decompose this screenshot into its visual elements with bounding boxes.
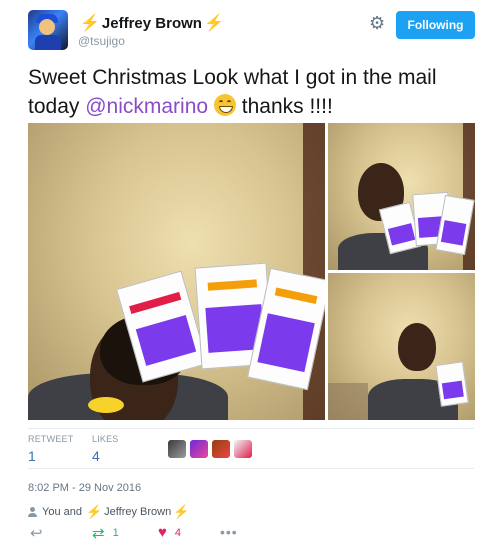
divider (28, 428, 474, 429)
tweet-text-part2: thanks !!!! (241, 95, 333, 118)
retweet-button[interactable]: ⇄ 1 (92, 524, 119, 542)
liked-by: You and ⚡ Jeffrey Brown ⚡ (28, 504, 191, 520)
retweet-stat-value: 1 (28, 448, 36, 464)
liker-avatar[interactable] (168, 440, 186, 458)
liked-by-you: You and (42, 506, 82, 518)
lightning-bolt-icon: ⚡ (80, 15, 100, 32)
retweet-stat-label: RETWEET (28, 434, 74, 444)
mention-link[interactable]: @nickmarino (85, 95, 208, 118)
divider (28, 468, 474, 469)
following-button[interactable]: Following (396, 11, 475, 39)
tweet-photo-2[interactable] (328, 123, 475, 270)
reply-button[interactable]: ↩ (30, 524, 43, 542)
likes-stat-value: 4 (92, 448, 100, 464)
avatar[interactable] (28, 10, 68, 50)
heart-icon: ♥ (158, 524, 167, 541)
tweet-text: Sweet Christmas Look what I got in the m… (28, 63, 478, 121)
liker-avatar[interactable] (212, 440, 230, 458)
gear-icon[interactable]: ⚙ (369, 14, 385, 32)
liker-avatar[interactable] (234, 440, 252, 458)
lightning-bolt-icon: ⚡ (173, 504, 190, 519)
user-handle[interactable]: @tsujigo (78, 34, 125, 48)
retweet-count: 1 (112, 527, 119, 539)
liker-avatar[interactable] (190, 440, 208, 458)
person-icon (28, 507, 37, 517)
tweet-photo-main[interactable] (28, 123, 325, 420)
like-button[interactable]: ♥ 4 (158, 524, 181, 541)
grinning-face-icon (213, 94, 236, 116)
display-name[interactable]: ⚡ Jeffrey Brown ⚡ (78, 13, 226, 33)
liked-by-name[interactable]: Jeffrey Brown (104, 506, 171, 518)
likes-stat-label: LIKES (92, 434, 119, 444)
display-name-text: Jeffrey Brown (101, 14, 202, 32)
tweet-photo-3[interactable] (328, 273, 475, 420)
retweet-icon: ⇄ (92, 525, 105, 542)
more-dots-icon: ••• (220, 524, 238, 540)
likes-stat[interactable]: LIKES 4 (92, 434, 119, 464)
reply-icon: ↩ (30, 525, 43, 542)
more-button[interactable]: ••• (220, 524, 238, 540)
lightning-bolt-icon: ⚡ (85, 504, 103, 519)
retweet-stat[interactable]: RETWEET 1 (28, 434, 73, 464)
lightning-bolt-icon: ⚡ (203, 15, 224, 32)
tweet-timestamp[interactable]: 8:02 PM - 29 Nov 2016 (28, 482, 141, 494)
like-count: 4 (174, 526, 182, 539)
